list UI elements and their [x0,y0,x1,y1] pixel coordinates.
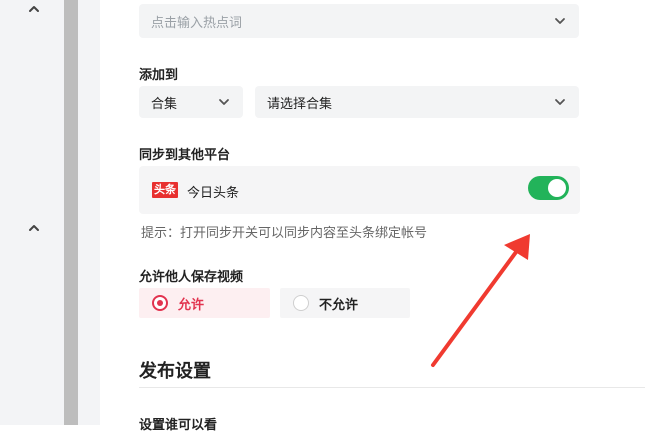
left-rail [0,0,64,425]
hotword-select[interactable]: 点击输入热点词 [139,4,579,38]
add-to-label: 添加到 [139,67,179,82]
allow-save-radio[interactable]: 允许 [139,288,270,318]
collection-select[interactable]: 请选择合集 [255,86,579,118]
chevron-down-icon [555,18,565,24]
sync-toggle[interactable] [528,176,569,200]
radio-dot-unchecked [293,295,309,311]
hotword-placeholder: 点击输入热点词 [151,14,243,30]
toggle-knob [548,179,566,197]
chevron-up-icon[interactable] [27,2,41,16]
allow-label: 允许 [178,296,205,312]
scroll-rail [64,0,78,425]
disallow-label: 不允许 [319,296,359,312]
chevron-down-icon [555,99,565,105]
chevron-down-icon [219,99,229,105]
chevron-up-icon[interactable] [27,221,41,235]
add-to-type-value: 合集 [151,95,178,111]
panel-gutter [78,0,100,425]
sync-platform-row: 头条 今日头条 [139,166,580,214]
visibility-label: 设置谁可以看 [139,417,218,432]
publish-settings-title: 发布设置 [139,361,211,381]
disallow-save-radio[interactable]: 不允许 [280,288,410,318]
section-divider [139,387,645,388]
toutiao-logo-icon: 头条 [152,182,178,198]
platform-name: 今日头条 [187,185,240,200]
add-to-type-select[interactable]: 合集 [139,86,243,118]
radio-dot-checked [152,295,168,311]
sync-label: 同步到其他平台 [139,147,231,162]
save-video-label: 允许他人保存视频 [139,269,244,284]
collection-placeholder: 请选择合集 [267,95,333,111]
sync-hint: 提示：打开同步开关可以同步内容至头条绑定帐号 [141,225,428,240]
